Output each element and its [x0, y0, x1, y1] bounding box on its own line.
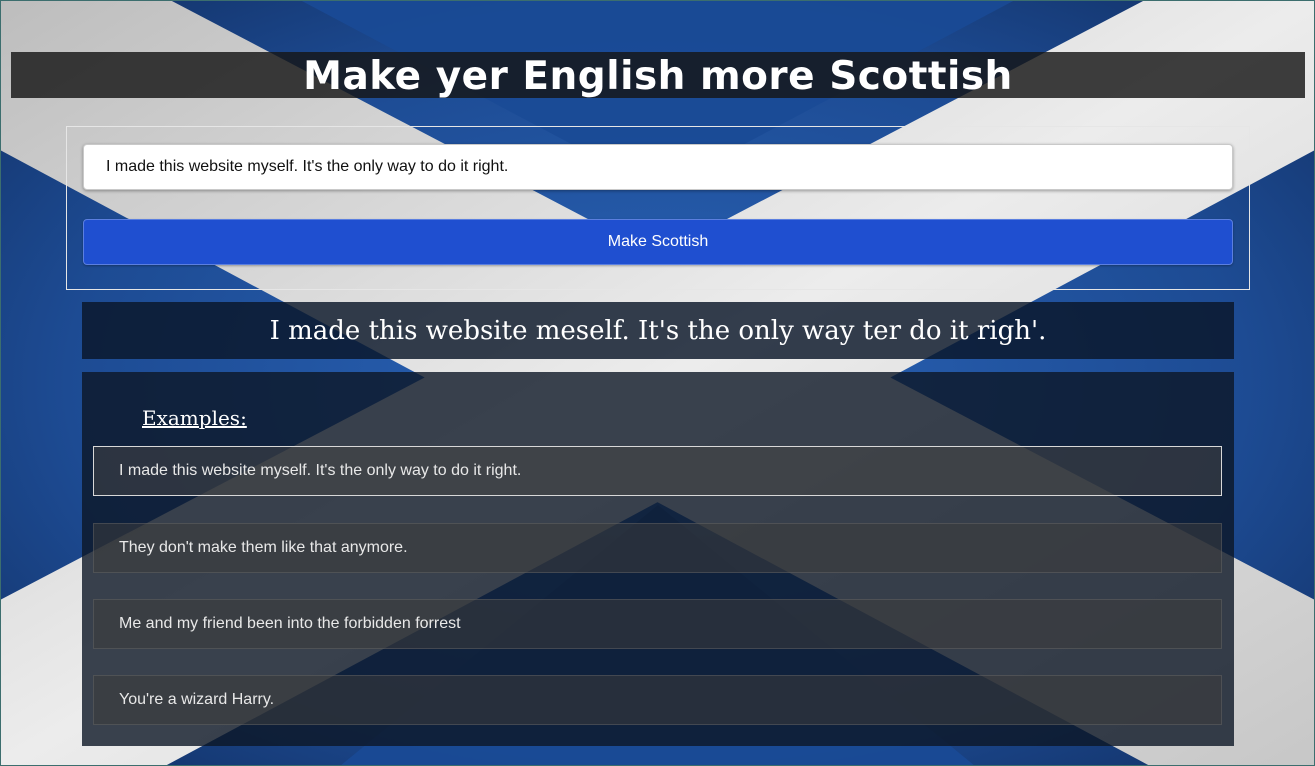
examples-panel: Examples: I made this website myself. It…: [82, 372, 1234, 746]
scottish-result-text: I made this website meself. It's the onl…: [269, 316, 1047, 346]
example-item[interactable]: You're a wizard Harry.: [93, 675, 1222, 725]
english-text-input[interactable]: [83, 144, 1233, 190]
title-bar: Make yer English more Scottish: [11, 52, 1305, 99]
example-item[interactable]: They don't make them like that anymore.: [93, 523, 1222, 573]
page-title: Make yer English more Scottish: [303, 54, 1013, 99]
make-scottish-button[interactable]: Make Scottish: [83, 219, 1233, 265]
examples-heading: Examples:: [142, 406, 247, 430]
translate-form: Make Scottish: [66, 126, 1250, 290]
example-item[interactable]: Me and my friend been into the forbidden…: [93, 599, 1222, 649]
example-item[interactable]: I made this website myself. It's the onl…: [93, 446, 1222, 496]
result-bar: I made this website meself. It's the onl…: [82, 302, 1234, 359]
